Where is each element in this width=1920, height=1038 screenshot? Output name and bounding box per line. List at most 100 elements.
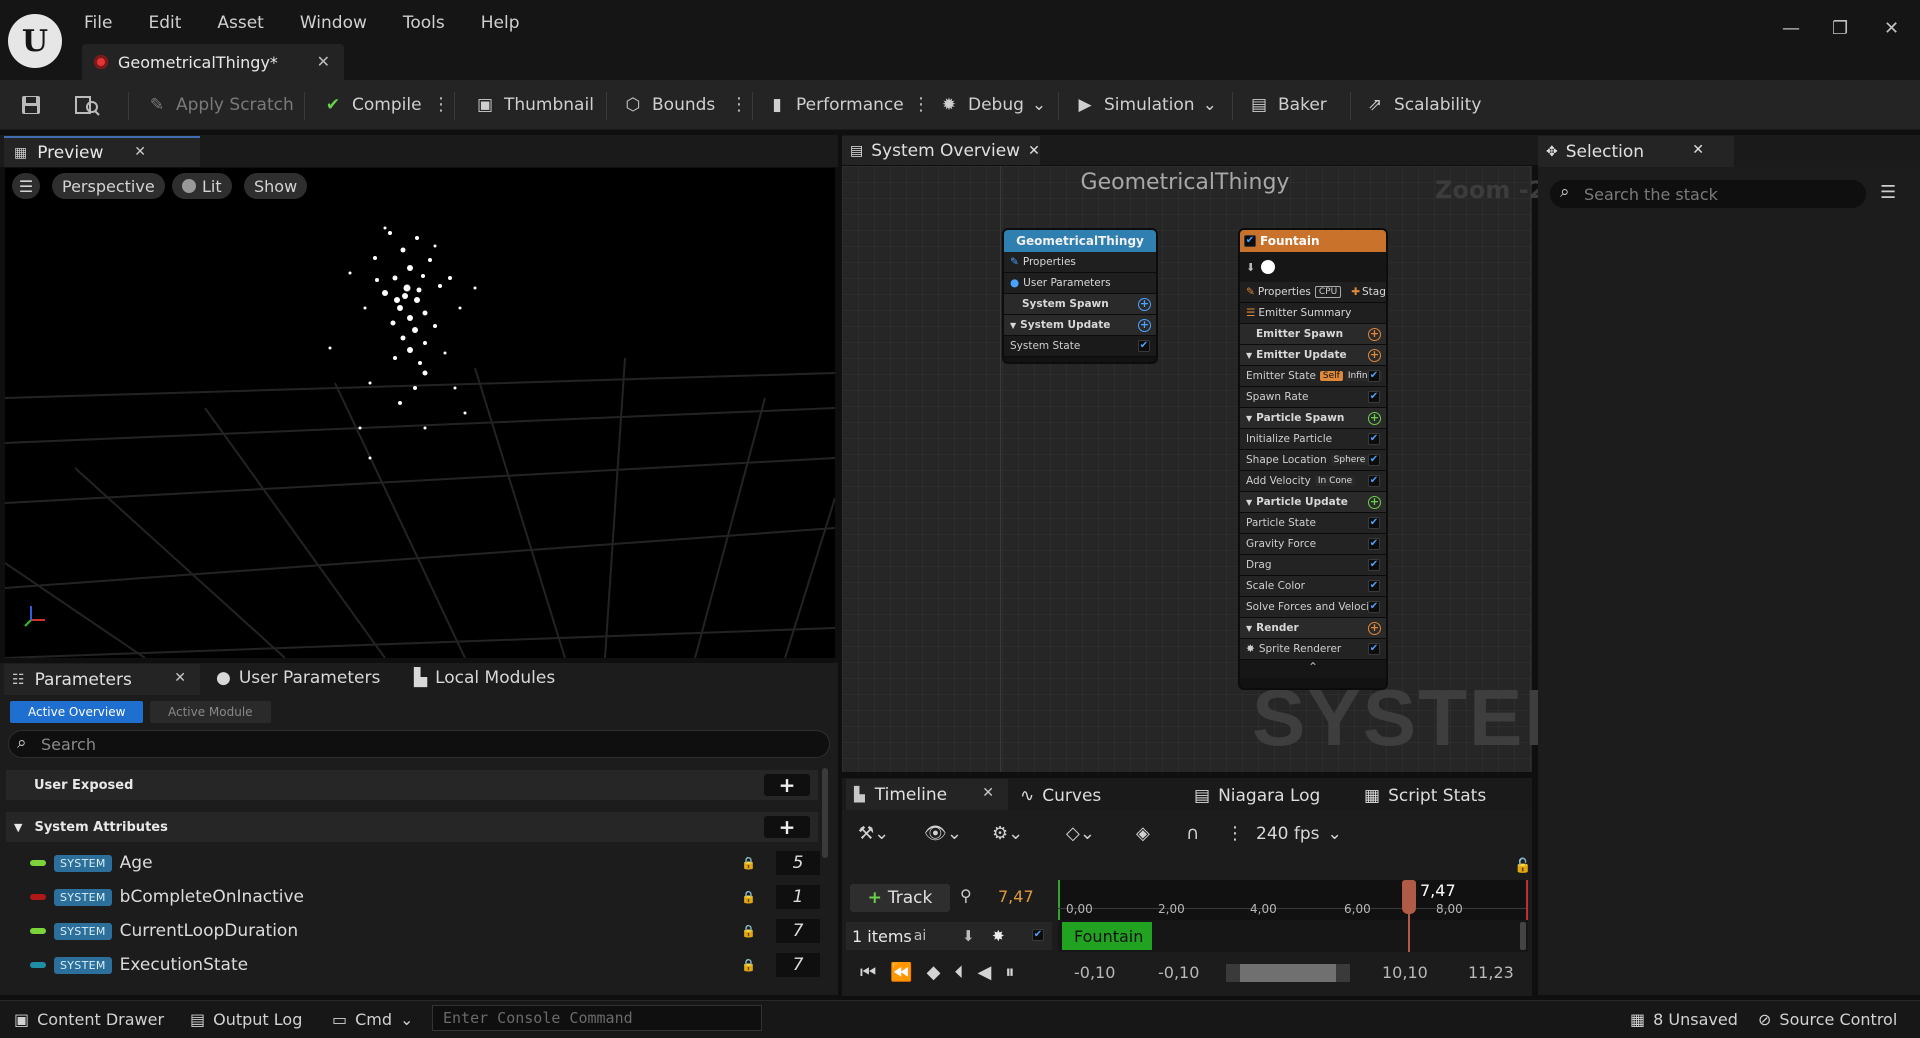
system-spawn-group[interactable]: System Spawn +	[1004, 294, 1156, 315]
restore-icon[interactable]: ❐	[1832, 18, 1848, 39]
lit-button[interactable]: Lit	[172, 173, 232, 199]
attribute-value[interactable]: 7	[776, 919, 820, 943]
playhead-handle[interactable]	[1402, 880, 1416, 914]
enable-checkbox[interactable]: ✔	[1138, 340, 1150, 352]
settings-icon[interactable]: ⚙⌄	[992, 823, 1023, 844]
system-node-properties[interactable]: ✎ Properties	[1004, 252, 1156, 273]
tab-parameters[interactable]: ☷ Parameters ✕	[4, 664, 200, 695]
add-track-button[interactable]: + Track	[850, 884, 950, 912]
bounds-options-icon[interactable]: ⋮	[730, 94, 748, 115]
add-velocity-module[interactable]: Add Velocity In Cone ✔	[1240, 471, 1386, 492]
system-node-user-parameters[interactable]: ● User Parameters	[1004, 273, 1156, 294]
add-module-icon[interactable]: +	[1138, 297, 1151, 311]
add-user-parameter-button[interactable]: +	[764, 773, 810, 797]
keyframe-icon[interactable]: ◇⌄	[1066, 823, 1095, 844]
system-node-header[interactable]: GeometricalThingy	[1004, 230, 1156, 252]
tab-local-modules[interactable]: ▙ Local Modules	[414, 668, 555, 688]
scalability-button[interactable]: ⇗ Scalability	[1364, 91, 1482, 119]
minimize-icon[interactable]: —	[1782, 18, 1800, 39]
active-overview-button[interactable]: Active Overview	[10, 701, 144, 723]
unreal-logo-icon[interactable]: U	[8, 14, 62, 68]
document-tab[interactable]: GeometricalThingy* ✕	[82, 44, 344, 80]
apply-scratch-button[interactable]: ✎ Apply Scratch	[146, 91, 294, 119]
tab-system-overview[interactable]: ▤ System Overview ✕	[842, 136, 1040, 165]
system-attribute-row[interactable]: SYSTEM ExecutionState 🔒 7	[30, 950, 820, 980]
emitter-properties-row[interactable]: ✎ Properties CPU ✚ Stage	[1240, 282, 1386, 303]
shape-location-module[interactable]: Shape Location Sphere ✔	[1240, 450, 1386, 471]
collapse-arrow-icon[interactable]: ▼	[1010, 321, 1016, 330]
parameters-search-input[interactable]: ⌕ Search	[8, 730, 830, 758]
enable-checkbox[interactable]: ✔	[1368, 475, 1380, 487]
viewport-menu-icon[interactable]: ☰	[12, 173, 40, 199]
system-state-module[interactable]: System State ✔	[1004, 336, 1156, 357]
tab-user-parameters[interactable]: ● User Parameters	[216, 668, 380, 688]
active-module-button[interactable]: Active Module	[150, 701, 271, 723]
collapse-up-icon[interactable]: ⌃	[1240, 660, 1386, 678]
wrench-icon[interactable]: ⚒⌄	[858, 823, 889, 844]
save-icon[interactable]	[20, 91, 42, 119]
menu-window[interactable]: Window	[300, 13, 381, 33]
enable-checkbox[interactable]: ✔	[1368, 601, 1380, 613]
prev-key-icon[interactable]: ◆	[927, 962, 941, 983]
solve-forces-module[interactable]: Solve Forces and Velocity ✔	[1240, 597, 1386, 618]
collapse-arrow-icon[interactable]: ▼	[1246, 624, 1252, 633]
system-attributes-section[interactable]: ▼ System Attributes +	[6, 812, 818, 842]
gravity-force-module[interactable]: Gravity Force ✔	[1240, 534, 1386, 555]
window-close-icon[interactable]: ✕	[1884, 18, 1899, 39]
fps-dropdown[interactable]: 240 fps ⌄	[1256, 824, 1342, 844]
system-attribute-row[interactable]: SYSTEM CurrentLoopDuration 🔒 7	[30, 916, 820, 946]
compile-options-icon[interactable]: ⋮	[432, 94, 450, 115]
cmd-dropdown[interactable]: ▭ Cmd ⌄	[332, 1007, 413, 1031]
debug-button[interactable]: ✹ Debug ⌄	[938, 91, 1046, 119]
output-log-button[interactable]: ▤ Output Log	[190, 1007, 302, 1031]
close-icon[interactable]: ✕	[134, 144, 146, 160]
track-end-handle[interactable]	[1520, 922, 1526, 950]
sprite-renderer-module[interactable]: ✸ Sprite Renderer ✔	[1240, 639, 1386, 660]
range-end-value[interactable]: 11,23	[1468, 963, 1514, 982]
emitter-enable-checkbox[interactable]: ✔	[1244, 235, 1256, 247]
emitter-node-fountain[interactable]: ✔ Fountain ⬇ ✎ Properties CPU ✚ Stage ☰ …	[1238, 228, 1388, 690]
unlock-icon[interactable]: 🔓	[1514, 858, 1531, 874]
filter-track-icon[interactable]: ⚲	[960, 886, 972, 905]
go-to-start-icon[interactable]: ⏮	[860, 962, 876, 983]
enable-checkbox[interactable]: ✔	[1368, 538, 1380, 550]
enable-checkbox[interactable]: ✔	[1368, 370, 1380, 382]
system-node[interactable]: GeometricalThingy ✎ Properties ● User Pa…	[1002, 228, 1158, 364]
filter-icon[interactable]: ☰	[1880, 182, 1896, 203]
stack-search-input[interactable]: ⌕ Search the stack	[1550, 180, 1866, 208]
system-attribute-row[interactable]: SYSTEM Age 🔒 5	[30, 848, 820, 878]
play-reverse-icon[interactable]: ◀	[977, 962, 991, 983]
attribute-value[interactable]: 5	[776, 851, 820, 875]
auto-key-icon[interactable]: ◈	[1136, 823, 1150, 844]
parameters-scrollbar[interactable]	[822, 768, 828, 858]
performance-options-icon[interactable]: ⋮	[912, 94, 930, 115]
collapse-arrow-icon[interactable]: ▼	[1246, 414, 1252, 423]
enable-checkbox[interactable]: ✔	[1368, 454, 1380, 466]
timeline-options-icon[interactable]: ⋮	[1226, 823, 1244, 844]
add-module-icon[interactable]: +	[1368, 327, 1381, 341]
compile-button[interactable]: ✔ Compile	[322, 91, 422, 119]
preview-viewport[interactable]	[5, 168, 835, 658]
enable-checkbox[interactable]: ✔	[1368, 559, 1380, 571]
tab-niagara-log[interactable]: ▤ Niagara Log	[1194, 784, 1320, 808]
add-module-icon[interactable]: +	[1368, 411, 1381, 425]
perspective-button[interactable]: Perspective	[52, 173, 165, 199]
menu-file[interactable]: File	[84, 13, 126, 33]
performance-button[interactable]: ▮ Performance	[766, 91, 903, 119]
tab-preview[interactable]: ▦ Preview ✕	[4, 136, 200, 167]
particle-update-group[interactable]: ▼ Particle Update +	[1240, 492, 1386, 513]
close-icon[interactable]: ✕	[317, 52, 330, 71]
collapse-arrow-icon[interactable]: ▼	[1246, 498, 1252, 507]
drag-module[interactable]: Drag ✔	[1240, 555, 1386, 576]
particle-spawn-group[interactable]: ▼ Particle Spawn +	[1240, 408, 1386, 429]
simulation-button[interactable]: ▶ Simulation ⌄	[1074, 91, 1216, 119]
render-group[interactable]: ▼ Render +	[1240, 618, 1386, 639]
unsaved-button[interactable]: ▦ 8 Unsaved	[1630, 1007, 1738, 1031]
baker-button[interactable]: ▤ Baker	[1248, 91, 1327, 119]
content-drawer-button[interactable]: ▣ Content Drawer	[14, 1007, 164, 1031]
step-back-icon[interactable]: ⏪	[890, 962, 912, 983]
show-button[interactable]: Show	[244, 173, 308, 199]
track-enable-checkbox[interactable]: ✔	[1032, 929, 1044, 941]
range-start-value[interactable]: -0,10	[1074, 963, 1115, 982]
add-stage-icon[interactable]: ✚	[1351, 286, 1360, 298]
